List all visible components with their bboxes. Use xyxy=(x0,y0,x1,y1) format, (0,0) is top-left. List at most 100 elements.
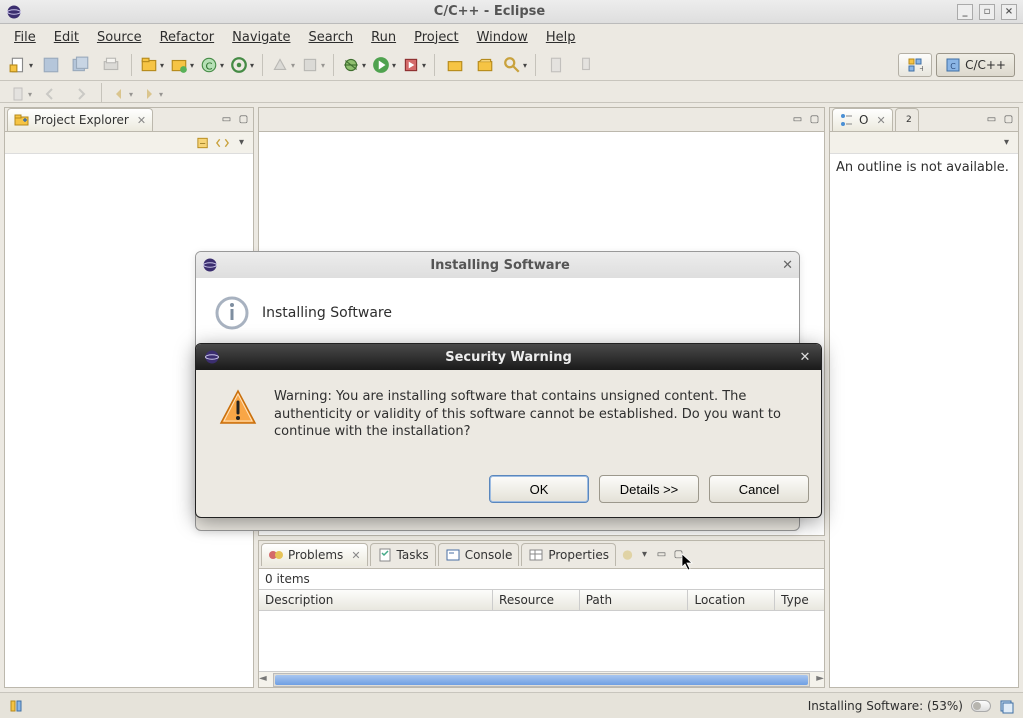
tab-tasks[interactable]: Tasks xyxy=(370,543,436,566)
view-menu-icon[interactable]: ▾ xyxy=(234,135,249,150)
debug-button[interactable] xyxy=(341,53,367,77)
problems-filter-icon[interactable] xyxy=(620,547,635,562)
menu-refactor[interactable]: Refactor xyxy=(152,27,223,48)
col-description[interactable]: Description xyxy=(259,590,493,610)
outline-toolbar: ▾ xyxy=(830,132,1018,154)
status-left-icon[interactable] xyxy=(8,698,24,714)
status-tasks-icon[interactable] xyxy=(999,698,1015,714)
dialog-close-icon[interactable]: ✕ xyxy=(797,349,813,365)
problems-count-label: 0 items xyxy=(259,569,824,589)
security-warning-message: Warning: You are installing software tha… xyxy=(274,388,799,441)
minimize-view-icon[interactable]: ▭ xyxy=(219,112,234,127)
details-button[interactable]: Details >> xyxy=(599,475,699,503)
toolbar-separator xyxy=(131,54,132,76)
menu-help[interactable]: Help xyxy=(538,27,584,48)
menu-file[interactable]: File xyxy=(6,27,44,48)
build-button[interactable] xyxy=(270,53,296,77)
col-type[interactable]: Type xyxy=(775,590,824,610)
tab-console[interactable]: Console xyxy=(438,543,520,566)
open-perspective-button[interactable]: + xyxy=(898,53,932,77)
external-tools-button[interactable] xyxy=(401,53,427,77)
tab-console-label: Console xyxy=(465,548,513,562)
link-editor-icon[interactable] xyxy=(215,135,230,150)
menu-edit[interactable]: Edit xyxy=(46,27,87,48)
close-tab-icon[interactable]: ✕ xyxy=(876,114,885,127)
save-all-button[interactable] xyxy=(68,53,94,77)
build-config-button[interactable] xyxy=(300,53,326,77)
new-folder-button[interactable] xyxy=(169,53,195,77)
properties-icon xyxy=(528,547,544,563)
toolbar-separator xyxy=(101,83,102,105)
tab-properties[interactable]: Properties xyxy=(521,543,616,566)
maximize-view-icon[interactable]: ▢ xyxy=(671,547,686,562)
maximize-view-icon[interactable]: ▢ xyxy=(236,112,251,127)
outline-view: O ✕ 2 ▭ ▢ ▾ An outline is not available. xyxy=(829,107,1019,688)
open-type-button[interactable] xyxy=(442,53,468,77)
print-button[interactable] xyxy=(98,53,124,77)
perspective-label: C/C++ xyxy=(965,58,1006,72)
ok-button[interactable]: OK xyxy=(489,475,589,503)
view-menu-icon[interactable]: ▾ xyxy=(637,547,652,562)
status-progress-toggle[interactable] xyxy=(971,700,991,712)
security-warning-dialog: Security Warning ✕ Warning: You are inst… xyxy=(195,343,822,518)
project-explorer-toolbar: − ▾ xyxy=(5,132,253,154)
minimize-view-icon[interactable]: ▭ xyxy=(654,547,669,562)
view-menu-icon[interactable]: ▾ xyxy=(999,135,1014,150)
new-project-button[interactable] xyxy=(139,53,165,77)
toolbar: C + C C/C++ xyxy=(0,50,1023,81)
maximize-button[interactable]: ▫ xyxy=(979,4,995,20)
eclipse-icon xyxy=(202,257,218,273)
toolbar-separator xyxy=(262,54,263,76)
col-path[interactable]: Path xyxy=(580,590,689,610)
dialog-close-icon[interactable]: ✕ xyxy=(782,258,793,273)
open-resource-button[interactable] xyxy=(472,53,498,77)
menu-run[interactable]: Run xyxy=(363,27,404,48)
search-button[interactable] xyxy=(502,53,528,77)
menu-source[interactable]: Source xyxy=(89,27,150,48)
horizontal-scrollbar[interactable] xyxy=(259,671,824,687)
minimize-button[interactable]: _ xyxy=(957,4,973,20)
col-location[interactable]: Location xyxy=(688,590,775,610)
tab-make-targets[interactable]: 2 xyxy=(895,108,919,131)
toolbar-separator xyxy=(434,54,435,76)
collapse-all-icon[interactable]: − xyxy=(196,135,211,150)
nav-toolbar xyxy=(0,81,1023,103)
toggle-mark-button[interactable] xyxy=(543,53,569,77)
new-class-button[interactable]: C xyxy=(199,53,225,77)
svg-text:C: C xyxy=(950,62,956,71)
new-button[interactable] xyxy=(8,53,34,77)
close-tab-icon[interactable]: ✕ xyxy=(137,114,146,127)
minimize-view-icon[interactable]: ▭ xyxy=(984,112,999,127)
menu-project[interactable]: Project xyxy=(406,27,466,48)
close-button[interactable]: × xyxy=(1001,4,1017,20)
folder-nav-icon xyxy=(14,112,30,128)
pin-button[interactable] xyxy=(573,53,599,77)
svg-text:C: C xyxy=(205,61,212,72)
cancel-button[interactable]: Cancel xyxy=(709,475,809,503)
menu-navigate[interactable]: Navigate xyxy=(224,27,298,48)
run-button[interactable] xyxy=(371,53,397,77)
menu-search[interactable]: Search xyxy=(300,27,361,48)
tab-outline-label: O xyxy=(859,113,868,127)
statusbar: Installing Software: (53%) xyxy=(0,692,1023,718)
new-source-button[interactable] xyxy=(229,53,255,77)
svg-text:−: − xyxy=(199,137,206,147)
menubar: File Edit Source Refactor Navigate Searc… xyxy=(0,24,1023,50)
info-icon xyxy=(214,295,250,331)
security-dialog-title: Security Warning xyxy=(220,350,797,365)
perspective-c-cpp[interactable]: C C/C++ xyxy=(936,53,1015,77)
minimize-view-icon[interactable]: ▭ xyxy=(790,112,805,127)
tab-project-explorer[interactable]: Project Explorer ✕ xyxy=(7,108,153,131)
menu-window[interactable]: Window xyxy=(469,27,536,48)
maximize-view-icon[interactable]: ▢ xyxy=(1001,112,1016,127)
problems-icon xyxy=(268,547,284,563)
maximize-view-icon[interactable]: ▢ xyxy=(807,112,822,127)
tab-problems[interactable]: Problems✕ xyxy=(261,543,368,566)
close-tab-icon[interactable]: ✕ xyxy=(351,549,360,562)
bottom-views-container: Problems✕ Tasks Console Properties ▾ ▭ ▢… xyxy=(258,540,825,688)
tab-outline[interactable]: O ✕ xyxy=(832,108,893,131)
save-button[interactable] xyxy=(38,53,64,77)
problems-table-body[interactable] xyxy=(259,611,824,671)
col-resource[interactable]: Resource xyxy=(493,590,580,610)
console-icon xyxy=(445,547,461,563)
